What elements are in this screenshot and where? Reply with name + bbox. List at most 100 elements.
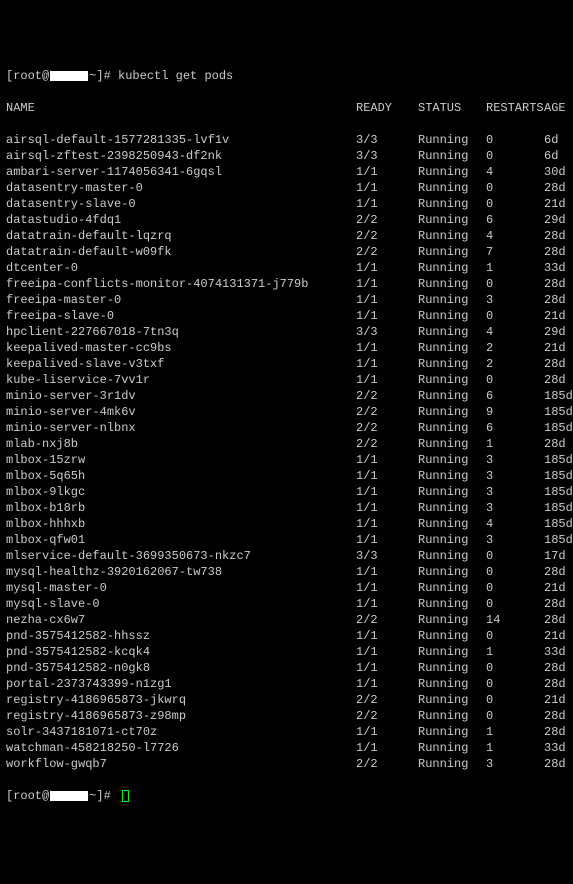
pod-status: Running bbox=[418, 500, 486, 516]
pod-name: mysql-slave-0 bbox=[6, 596, 356, 612]
pod-name: keepalived-master-cc9bs bbox=[6, 340, 356, 356]
pod-age: 28d bbox=[544, 756, 573, 772]
prompt-suffix: ~]# bbox=[89, 68, 118, 84]
pod-ready: 1/1 bbox=[356, 340, 418, 356]
pod-restarts: 0 bbox=[486, 372, 544, 388]
pod-restarts: 6 bbox=[486, 388, 544, 404]
table-row: mlab-nxj8b2/2Running128d bbox=[6, 436, 567, 452]
pod-status: Running bbox=[418, 244, 486, 260]
pod-age: 21d bbox=[544, 340, 573, 356]
table-row: solr-3437181071-ct70z1/1Running128d bbox=[6, 724, 567, 740]
pod-name: datasentry-master-0 bbox=[6, 180, 356, 196]
pod-status: Running bbox=[418, 676, 486, 692]
table-row: datastudio-4fdq12/2Running629d bbox=[6, 212, 567, 228]
pod-name: freeipa-slave-0 bbox=[6, 308, 356, 324]
pod-ready: 1/1 bbox=[356, 724, 418, 740]
pod-ready: 3/3 bbox=[356, 324, 418, 340]
pod-restarts: 14 bbox=[486, 612, 544, 628]
table-row: mysql-master-01/1Running021d bbox=[6, 580, 567, 596]
pod-age: 21d bbox=[544, 628, 573, 644]
pod-age: 21d bbox=[544, 308, 573, 324]
pod-age: 28d bbox=[544, 564, 573, 580]
table-row: datasentry-slave-01/1Running021d bbox=[6, 196, 567, 212]
pod-name: mlbox-5q65h bbox=[6, 468, 356, 484]
pod-restarts: 0 bbox=[486, 580, 544, 596]
table-row: portal-2373743399-n1zg11/1Running028d bbox=[6, 676, 567, 692]
pod-name: datatrain-default-lqzrq bbox=[6, 228, 356, 244]
pod-restarts: 0 bbox=[486, 692, 544, 708]
pod-restarts: 0 bbox=[486, 196, 544, 212]
pod-restarts: 0 bbox=[486, 564, 544, 580]
pod-ready: 1/1 bbox=[356, 180, 418, 196]
pod-ready: 1/1 bbox=[356, 740, 418, 756]
pod-restarts: 0 bbox=[486, 132, 544, 148]
pod-status: Running bbox=[418, 324, 486, 340]
table-row: mlbox-b18rb1/1Running3185d bbox=[6, 500, 567, 516]
pod-name: pnd-3575412582-kcqk4 bbox=[6, 644, 356, 660]
prompt-suffix-2: ~]# bbox=[89, 788, 118, 804]
pod-restarts: 3 bbox=[486, 484, 544, 500]
pod-restarts: 3 bbox=[486, 756, 544, 772]
table-row: mysql-slave-01/1Running028d bbox=[6, 596, 567, 612]
pod-name: datastudio-4fdq1 bbox=[6, 212, 356, 228]
pod-age: 28d bbox=[544, 708, 573, 724]
pod-status: Running bbox=[418, 468, 486, 484]
pod-name: kube-liservice-7vv1r bbox=[6, 372, 356, 388]
pod-name: mysql-healthz-3920162067-tw738 bbox=[6, 564, 356, 580]
pod-ready: 3/3 bbox=[356, 548, 418, 564]
table-row: workflow-gwqb72/2Running328d bbox=[6, 756, 567, 772]
table-row: keepalived-master-cc9bs1/1Running221d bbox=[6, 340, 567, 356]
pod-ready: 2/2 bbox=[356, 708, 418, 724]
pod-age: 28d bbox=[544, 596, 573, 612]
pod-restarts: 0 bbox=[486, 660, 544, 676]
command-text[interactable]: kubectl get pods bbox=[118, 68, 233, 84]
pod-age: 28d bbox=[544, 372, 573, 388]
pod-age: 28d bbox=[544, 356, 573, 372]
pod-name: portal-2373743399-n1zg1 bbox=[6, 676, 356, 692]
pod-age: 185d bbox=[544, 468, 573, 484]
pod-status: Running bbox=[418, 436, 486, 452]
table-row: mlbox-9lkgc1/1Running3185d bbox=[6, 484, 567, 500]
pod-status: Running bbox=[418, 388, 486, 404]
table-row: mlbox-5q65h1/1Running3185d bbox=[6, 468, 567, 484]
table-row: registry-4186965873-z98mp2/2Running028d bbox=[6, 708, 567, 724]
pod-status: Running bbox=[418, 548, 486, 564]
pod-age: 29d bbox=[544, 212, 573, 228]
pod-restarts: 1 bbox=[486, 436, 544, 452]
pod-name: mysql-master-0 bbox=[6, 580, 356, 596]
prompt-line-bottom: [root@~]# bbox=[6, 788, 567, 804]
table-row: mlbox-hhhxb1/1Running4185d bbox=[6, 516, 567, 532]
table-row: freeipa-master-01/1Running328d bbox=[6, 292, 567, 308]
header-status: STATUS bbox=[418, 100, 486, 116]
pod-status: Running bbox=[418, 228, 486, 244]
prompt-prefix: [root@ bbox=[6, 68, 49, 84]
pod-restarts: 1 bbox=[486, 644, 544, 660]
header-name: NAME bbox=[6, 100, 356, 116]
pod-name: mlbox-b18rb bbox=[6, 500, 356, 516]
pod-name: airsql-zftest-2398250943-df2nk bbox=[6, 148, 356, 164]
pod-name: ambari-server-1174056341-6gqsl bbox=[6, 164, 356, 180]
pod-age: 185d bbox=[544, 452, 573, 468]
header-ready: READY bbox=[356, 100, 418, 116]
pod-age: 28d bbox=[544, 244, 573, 260]
pod-name: minio-server-3r1dv bbox=[6, 388, 356, 404]
pod-ready: 1/1 bbox=[356, 308, 418, 324]
pod-status: Running bbox=[418, 660, 486, 676]
pod-name: pnd-3575412582-n0gk8 bbox=[6, 660, 356, 676]
cursor-icon[interactable] bbox=[122, 790, 129, 802]
pod-age: 185d bbox=[544, 500, 573, 516]
pod-age: 6d bbox=[544, 132, 573, 148]
pod-ready: 1/1 bbox=[356, 596, 418, 612]
table-row: freeipa-slave-01/1Running021d bbox=[6, 308, 567, 324]
pod-name: keepalived-slave-v3txf bbox=[6, 356, 356, 372]
pod-ready: 2/2 bbox=[356, 228, 418, 244]
pod-status: Running bbox=[418, 692, 486, 708]
pod-name: mlservice-default-3699350673-nkzc7 bbox=[6, 548, 356, 564]
pod-ready: 2/2 bbox=[356, 404, 418, 420]
pod-restarts: 3 bbox=[486, 468, 544, 484]
pod-name: datasentry-slave-0 bbox=[6, 196, 356, 212]
pod-name: dtcenter-0 bbox=[6, 260, 356, 276]
pod-ready: 1/1 bbox=[356, 276, 418, 292]
pod-restarts: 0 bbox=[486, 676, 544, 692]
pod-status: Running bbox=[418, 516, 486, 532]
